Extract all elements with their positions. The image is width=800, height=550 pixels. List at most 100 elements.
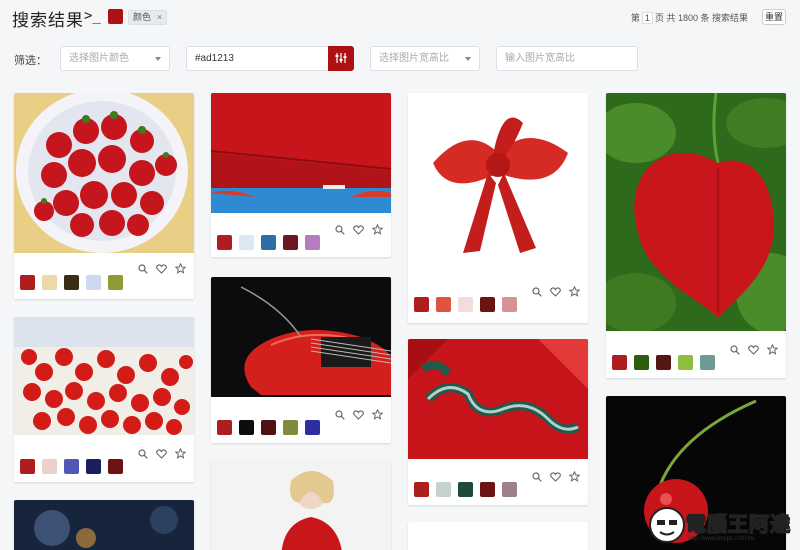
filter-label: 筛选：: [14, 55, 47, 67]
ratio-input[interactable]: 输入图片宽高比: [496, 46, 638, 71]
color-swatches: [20, 275, 130, 295]
color-swatch[interactable]: [502, 297, 517, 312]
color-swatch[interactable]: [305, 420, 320, 435]
reset-button[interactable]: 重置: [762, 9, 786, 25]
page-number-input[interactable]: 1: [641, 12, 653, 24]
heart-icon[interactable]: [550, 469, 561, 487]
magnifier-icon[interactable]: [335, 407, 345, 425]
ratio-select-placeholder: 选择图片宽高比: [379, 53, 449, 64]
card-actions: [130, 261, 187, 274]
image-card-ribbon-bow[interactable]: [408, 93, 588, 323]
color-swatch[interactable]: [305, 235, 320, 250]
heart-leaf-image[interactable]: [606, 93, 786, 331]
card-actions: [524, 469, 581, 482]
color-swatch[interactable]: [64, 459, 79, 474]
color-swatch[interactable]: [656, 355, 671, 370]
guitar-image[interactable]: [211, 277, 391, 397]
total-count: 共 1800 条 搜索结果: [666, 13, 748, 23]
heart-icon[interactable]: [353, 407, 364, 425]
magnifier-icon[interactable]: [138, 446, 148, 464]
tag-label: 颜色: [133, 12, 152, 22]
color-swatch[interactable]: [678, 355, 693, 370]
color-swatch[interactable]: [458, 482, 473, 497]
color-swatch[interactable]: [217, 235, 232, 250]
heart-icon[interactable]: [156, 446, 167, 464]
color-swatch[interactable]: [64, 275, 79, 290]
color-swatch[interactable]: [42, 459, 57, 474]
color-swatch[interactable]: [458, 297, 473, 312]
ratio-select[interactable]: 选择图片宽高比: [370, 46, 480, 71]
color-swatch[interactable]: [283, 420, 298, 435]
magnifier-icon[interactable]: [730, 342, 740, 360]
color-swatch[interactable]: [108, 459, 123, 474]
magnifier-icon[interactable]: [335, 222, 345, 240]
color-swatch[interactable]: [436, 482, 451, 497]
star-icon[interactable]: [174, 446, 187, 464]
card-actions: [327, 407, 384, 420]
heart-icon[interactable]: [156, 261, 167, 279]
color-select-placeholder: 选择图片颜色: [69, 53, 129, 64]
color-swatch[interactable]: [20, 459, 35, 474]
color-swatch[interactable]: [480, 482, 495, 497]
color-swatch[interactable]: [414, 297, 429, 312]
star-icon[interactable]: [174, 261, 187, 279]
color-swatches: [414, 297, 524, 317]
color-select[interactable]: 选择图片颜色: [60, 46, 170, 71]
image-card-blank[interactable]: [408, 522, 588, 550]
image-card-guitar[interactable]: [211, 277, 391, 443]
sliders-icon: [335, 53, 347, 63]
color-swatch[interactable]: [436, 297, 451, 312]
magnifier-icon[interactable]: [532, 284, 542, 302]
image-card-bokeh[interactable]: [14, 500, 194, 550]
magnifier-icon[interactable]: [138, 261, 148, 279]
close-icon[interactable]: ×: [157, 12, 162, 22]
card-actions: [327, 222, 384, 235]
star-icon[interactable]: [568, 469, 581, 487]
image-card-red-currants[interactable]: [14, 317, 194, 482]
color-swatch[interactable]: [283, 235, 298, 250]
color-swatch[interactable]: [42, 275, 57, 290]
heart-icon[interactable]: [550, 284, 561, 302]
ribbon-bow-image[interactable]: [408, 93, 588, 275]
magnifier-icon[interactable]: [532, 469, 542, 487]
woman-red-dress-image[interactable]: [211, 461, 391, 550]
heart-icon[interactable]: [353, 222, 364, 240]
color-swatch[interactable]: [634, 355, 649, 370]
color-swatch[interactable]: [414, 482, 429, 497]
color-swatch[interactable]: [261, 235, 276, 250]
color-swatch[interactable]: [612, 355, 627, 370]
color-swatch[interactable]: [20, 275, 35, 290]
heart-icon[interactable]: [748, 342, 759, 360]
color-swatch[interactable]: [108, 275, 123, 290]
color-swatches: [414, 482, 524, 502]
star-icon[interactable]: [766, 342, 779, 360]
color-swatch[interactable]: [86, 459, 101, 474]
star-icon[interactable]: [568, 284, 581, 302]
bokeh-image[interactable]: [14, 500, 194, 550]
color-swatch[interactable]: [217, 420, 232, 435]
color-swatch[interactable]: [239, 420, 254, 435]
site-watermark: 電腦王阿達 http://www.kocpc.com.tw: [646, 502, 796, 548]
image-card-woman-red-dress[interactable]: [211, 461, 391, 550]
image-card-heart-leaf[interactable]: [606, 93, 786, 378]
color-swatch[interactable]: [502, 482, 517, 497]
selected-color-chip[interactable]: [108, 9, 123, 24]
card-actions: [722, 342, 779, 355]
jersey-image[interactable]: [408, 339, 588, 459]
color-swatch[interactable]: [239, 235, 254, 250]
image-card-jersey[interactable]: [408, 339, 588, 505]
red-currants-image[interactable]: [14, 317, 194, 435]
image-card-umbrella-sea[interactable]: [211, 93, 391, 257]
star-icon[interactable]: [371, 407, 384, 425]
color-swatch[interactable]: [86, 275, 101, 290]
image-card-strawberries[interactable]: [14, 93, 194, 299]
star-icon[interactable]: [371, 222, 384, 240]
color-swatch[interactable]: [480, 297, 495, 312]
terminal-prompt-icon[interactable]: >_: [84, 8, 101, 24]
strawberries-image[interactable]: [14, 93, 194, 253]
umbrella-sea-image[interactable]: [211, 93, 391, 213]
hex-color-input[interactable]: #ad1213: [186, 46, 328, 71]
color-picker-button[interactable]: [328, 46, 354, 71]
color-swatch[interactable]: [261, 420, 276, 435]
color-swatch[interactable]: [700, 355, 715, 370]
